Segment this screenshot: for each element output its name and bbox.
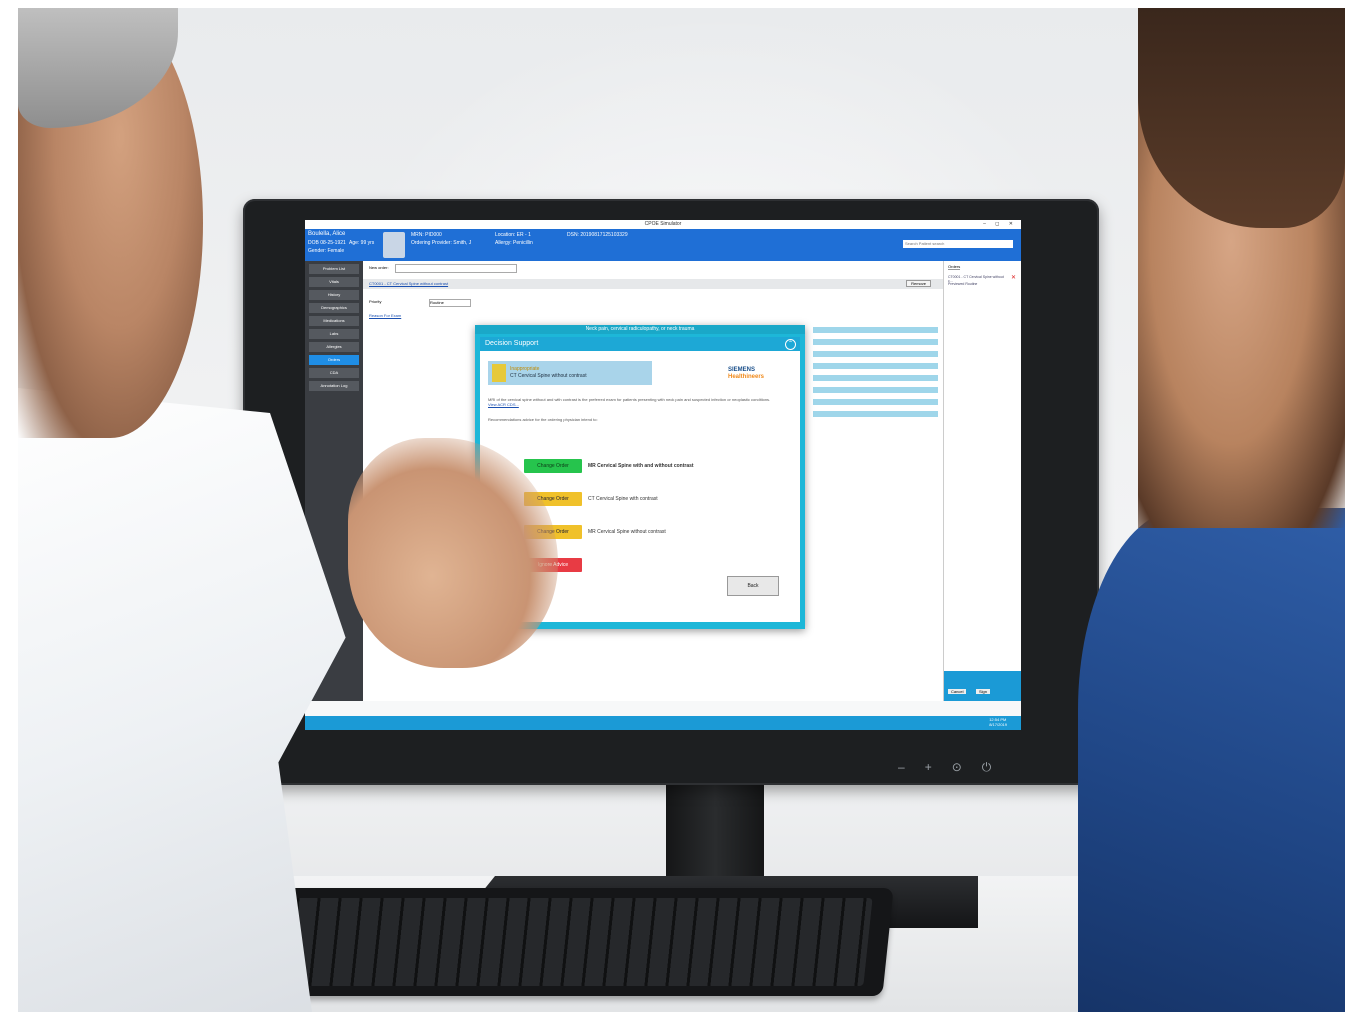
window-titlebar: CPOE Simulator – ◻ ✕ [305, 220, 1021, 229]
priority-label: Priority [369, 299, 382, 304]
dialog-title: Decision Support [485, 340, 539, 347]
ignore-row: Ignore Advice [524, 558, 784, 574]
sidebar-item-medications[interactable]: Medications [309, 316, 359, 326]
option-exam-1: MR Cervical Spine with and without contr… [588, 463, 694, 469]
right-pane: Orders CT0001 - CT Cervical Spine withou… [943, 261, 1021, 701]
reason-for-exam-link[interactable]: Reason For Exam [369, 313, 401, 318]
tab-orders[interactable]: Orders [948, 264, 961, 270]
sign-panel: Cancel Sign [944, 671, 1021, 701]
patient-search-input[interactable]: Search Patient search [903, 240, 1013, 248]
power-icon[interactable]: ⏻ [982, 760, 992, 775]
sidebar-item-history[interactable]: History [309, 290, 359, 300]
avatar [383, 232, 405, 258]
collapse-icon[interactable]: ⌃ [785, 339, 796, 350]
pending-order-status: Previewed Routine [948, 282, 978, 286]
patient-shirt [1078, 508, 1345, 1012]
form-lines [813, 321, 938, 423]
view-cds-link[interactable]: View ACR CDS... [488, 402, 788, 407]
monitor-buttons: ‒ + ⊙ ⏻ [898, 760, 991, 775]
indication-bar: Neck pain, cervical radiculopathy, or ne… [475, 325, 805, 334]
patient-mrn: MRN: PID000 [411, 232, 442, 238]
current-order-bar: CT0001 - CT Cervical Spine without contr… [363, 279, 943, 289]
sidebar-item-demographics[interactable]: Demographics [309, 303, 359, 313]
patient-dob: DOB 08-25-1921 [308, 240, 346, 246]
sidebar-item-cda[interactable]: CDA [309, 368, 359, 378]
close-icon[interactable]: ✕ [1011, 274, 1016, 281]
patient-gender: Gender: Female [308, 248, 345, 254]
exam-status: Inappropriate [510, 366, 540, 372]
option-row-2: Change Order CT Cervical Spine with cont… [524, 492, 784, 508]
priority-select[interactable]: Routine [429, 299, 471, 307]
patient-name: Boulella, Alice [308, 231, 346, 237]
ordering-provider: Ordering Provider: Smith, J [411, 240, 472, 246]
patient-age: Age: 99 yrs [349, 240, 375, 246]
taskbar: 12:54 PM 8/17/2019 [305, 716, 1021, 730]
back-button[interactable]: Back [727, 576, 779, 596]
clock: 12:54 PM 8/17/2019 [989, 717, 1007, 727]
input-icon[interactable]: ⊙ [952, 760, 962, 775]
patient-allergy: Allergy: Penicillin [495, 240, 533, 246]
remove-button[interactable]: Remove [906, 280, 931, 287]
patient-location: Location: ER - 1 [495, 232, 531, 238]
new-order-label: New order: [369, 265, 389, 270]
change-order-button-1[interactable]: Change Order [524, 459, 582, 473]
patient-header: Boulella, Alice DOB 08-25-1921 Age: 99 y… [305, 229, 1021, 261]
option-row-3: Change Order MR Cervical Spine without c… [524, 525, 784, 541]
sidebar-item-problem-list[interactable]: Problem List [309, 264, 359, 274]
cancel-button[interactable]: Cancel [948, 689, 967, 694]
patient-dsn: DSN: 20190817125103329 [567, 232, 628, 238]
current-order-link[interactable]: CT0001 - CT Cervical Spine without contr… [369, 281, 448, 286]
window-controls[interactable]: – ◻ ✕ [983, 220, 1017, 229]
sign-button[interactable]: Sign [976, 689, 991, 694]
minus-icon[interactable]: ‒ [898, 760, 905, 775]
sidebar-item-allergies[interactable]: Allergies [309, 342, 359, 352]
window-title: CPOE Simulator [644, 221, 682, 227]
sidebar-item-labs[interactable]: Labs [309, 329, 359, 339]
advice-text: MRI of the cervical spine without and wi… [488, 397, 788, 422]
option-exam-3: MR Cervical Spine without contrast [588, 529, 666, 535]
sidebar-item-vitals[interactable]: Vitals [309, 277, 359, 287]
sidebar-item-orders[interactable]: Orders [309, 355, 359, 365]
recommendation-prompt: Recommendations advice for the ordering … [488, 417, 598, 422]
photo-scene: CPOE Simulator – ◻ ✕ Boulella, Alice DOB… [18, 8, 1345, 1012]
option-row-1: Change Order MR Cervical Spine with and … [524, 459, 784, 475]
dialog-title-bar: Decision Support ⌃ [480, 337, 800, 351]
siemens-healthineers-logo: SIEMENS Healthineers [728, 367, 765, 380]
new-order-input[interactable] [395, 264, 517, 273]
rating-icon [492, 364, 506, 382]
sidebar-item-annotation-log[interactable]: Annotation Log [309, 381, 359, 391]
plus-icon[interactable]: + [925, 760, 932, 775]
option-exam-2: CT Cervical Spine with contrast [588, 496, 658, 502]
exam-name: CT Cervical Spine without contrast [510, 373, 587, 379]
exam-appropriateness-box: Inappropriate CT Cervical Spine without … [488, 361, 652, 385]
